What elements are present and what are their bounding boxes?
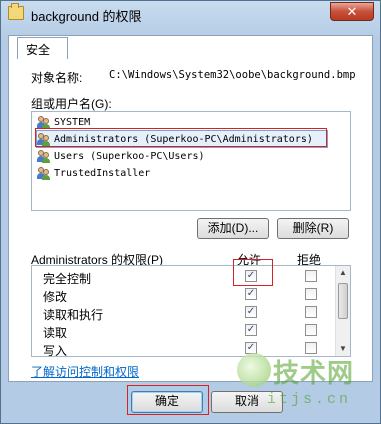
- window-title: background 的权限: [31, 9, 142, 24]
- permissions-scrollbar[interactable]: ▲ ▼: [335, 266, 350, 356]
- add-button[interactable]: 添加(D)...: [197, 218, 269, 239]
- highlight-box-administrators: [35, 128, 327, 147]
- deny-checkbox[interactable]: [305, 324, 317, 336]
- deny-checkbox[interactable]: [305, 342, 317, 354]
- permission-name: 读取: [43, 326, 68, 340]
- permission-row: 读取和执行 ✓: [32, 304, 336, 322]
- groups-label: 组或用户名(G):: [31, 97, 112, 111]
- tab-security[interactable]: 安全: [17, 37, 68, 59]
- permission-name: 完全控制: [43, 272, 92, 286]
- folder-icon: [8, 3, 24, 20]
- permission-row: 读取 ✓: [32, 322, 336, 340]
- user-group-icon: [37, 166, 51, 180]
- title-bar[interactable]: background 的权限 ✕: [1, 1, 380, 27]
- cancel-button[interactable]: 取消: [211, 391, 283, 413]
- highlight-box-ok: [127, 385, 209, 415]
- allow-checkbox[interactable]: ✓: [245, 306, 257, 318]
- deny-checkbox[interactable]: [305, 270, 317, 282]
- access-control-help-link[interactable]: 了解访问控制和权限: [31, 363, 139, 380]
- object-name-value: C:\Windows\System32\oobe\background.bmp: [109, 69, 356, 81]
- user-name: Users (Superkoo-PC\Users): [54, 150, 205, 162]
- highlight-box-allow-full-control: [233, 259, 273, 286]
- user-name: TrustedInstaller: [54, 167, 151, 179]
- allow-checkbox[interactable]: ✓: [245, 288, 257, 300]
- scroll-down-icon[interactable]: ▼: [338, 344, 348, 354]
- permission-name: 修改: [43, 290, 68, 304]
- allow-checkbox[interactable]: ✓: [245, 342, 257, 354]
- permission-name: 写入: [43, 344, 68, 357]
- allow-checkbox[interactable]: ✓: [245, 324, 257, 336]
- user-row-trustedinstaller[interactable]: TrustedInstaller: [37, 165, 150, 181]
- user-group-icon: [37, 149, 51, 163]
- remove-button[interactable]: 删除(R): [277, 218, 349, 239]
- scroll-up-icon[interactable]: ▲: [338, 268, 348, 278]
- deny-checkbox[interactable]: [305, 288, 317, 300]
- deny-checkbox[interactable]: [305, 306, 317, 318]
- object-name-label: 对象名称:: [31, 71, 83, 85]
- permissions-list[interactable]: 完全控制 ✓ 修改 ✓ 读取和执行 ✓ 读取 ✓ 写入 ✓ ▲ ▼: [31, 265, 351, 357]
- permission-name: 读取和执行: [43, 308, 104, 322]
- permission-row: 修改 ✓: [32, 286, 336, 304]
- permission-row: 写入 ✓: [32, 340, 336, 357]
- user-group-icon: [37, 115, 51, 129]
- user-row-users[interactable]: Users (Superkoo-PC\Users): [37, 148, 205, 164]
- permission-row: 完全控制 ✓: [32, 268, 336, 286]
- permissions-dialog: background 的权限 ✕ 安全 对象名称: C:\Windows\Sys…: [0, 0, 381, 424]
- scroll-thumb[interactable]: [338, 283, 348, 319]
- close-button[interactable]: ✕: [330, 2, 374, 21]
- user-name: SYSTEM: [54, 116, 91, 128]
- user-list[interactable]: SYSTEM Administrators (Superkoo-PC\Admin…: [31, 111, 351, 211]
